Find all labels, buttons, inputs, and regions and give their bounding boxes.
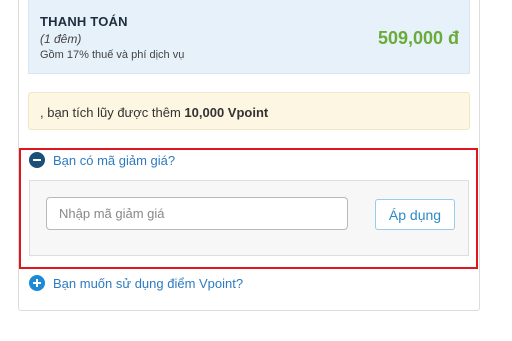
minus-circle-icon [29, 152, 45, 168]
coupon-toggle-label: Bạn có mã giảm giá? [53, 152, 176, 168]
vpoint-use-toggle-label: Bạn muốn sử dụng điểm Vpoint? [53, 275, 244, 291]
vpoint-notice-text: , bạn tích lũy được thêm 10,000 Vpoint [40, 105, 268, 120]
vpoint-notice: , bạn tích lũy được thêm 10,000 Vpoint [28, 92, 470, 130]
payment-summary: THANH TOÁN (1 đêm) Gồm 17% thuế và phí d… [28, 0, 470, 74]
payment-nights: (1 đêm) [40, 32, 82, 46]
coupon-toggle[interactable]: Bạn có mã giảm giá? [29, 152, 175, 168]
coupon-panel: Áp dụng [29, 180, 469, 256]
apply-coupon-button[interactable]: Áp dụng [375, 199, 455, 230]
vpoint-notice-points: 10,000 Vpoint [184, 105, 269, 120]
payment-tax-note: Gồm 17% thuế và phí dịch vụ [40, 49, 185, 61]
vpoint-use-toggle[interactable]: Bạn muốn sử dụng điểm Vpoint? [29, 275, 243, 291]
vpoint-notice-prefix: , bạn tích lũy được thêm [40, 105, 185, 120]
plus-circle-icon [29, 275, 45, 291]
payment-title: THANH TOÁN [40, 14, 128, 29]
coupon-code-input[interactable] [46, 197, 348, 230]
payment-amount: 509,000 đ [377, 28, 459, 48]
